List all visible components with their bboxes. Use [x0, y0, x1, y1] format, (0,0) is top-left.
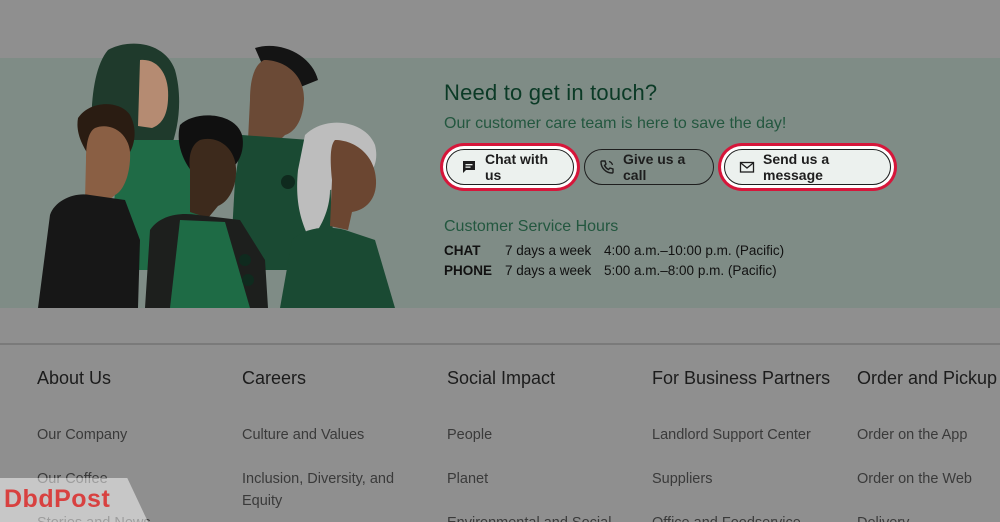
chat-with-us-label: Chat with us: [485, 151, 548, 183]
footer-heading: Order and Pickup: [857, 368, 998, 388]
footer-column-order-pickup: Order and Pickup Order on the App Order …: [857, 368, 1000, 522]
footer-column-business-partners: For Business Partners Landlord Support C…: [652, 368, 852, 522]
hours-channel: PHONE: [444, 263, 493, 278]
customer-care-illustration: [38, 43, 395, 308]
footer-link[interactable]: Planet: [447, 468, 632, 490]
phone-icon: [599, 159, 615, 175]
footer-link[interactable]: People: [447, 424, 632, 446]
mail-icon: [739, 159, 755, 175]
footer-link[interactable]: Order on the Web: [857, 468, 1000, 490]
hours-days: 7 days a week: [505, 263, 592, 278]
chat-with-us-button[interactable]: Chat with us: [446, 149, 574, 185]
hours-time: 5:00 a.m.–8:00 p.m. (Pacific): [604, 263, 777, 278]
footer-link[interactable]: Environmental and Social: [447, 512, 632, 522]
footer-link[interactable]: Delivery: [857, 512, 1000, 522]
footer-heading: Social Impact: [447, 368, 556, 388]
footer-link[interactable]: Our Company: [37, 424, 222, 446]
footer-link[interactable]: Culture and Values: [242, 424, 427, 446]
chat-icon: [461, 159, 477, 175]
hours-time: 4:00 a.m.–10:00 p.m. (Pacific): [604, 243, 785, 258]
footer-column-careers: Careers Culture and Values Inclusion, Di…: [242, 368, 442, 509]
footer-heading: Careers: [242, 368, 307, 388]
footer-link[interactable]: Suppliers: [652, 468, 837, 490]
footer-link[interactable]: Order on the App: [857, 424, 1000, 446]
send-us-a-message-label: Send us a message: [763, 151, 830, 183]
footer-link[interactable]: Office and Foodservice: [652, 512, 837, 522]
footer-column-about: About Us Our Company Our Coffee Stories …: [37, 368, 237, 522]
footer-heading: About Us: [37, 368, 112, 388]
footer-link[interactable]: Inclusion, Diversity, and Equity: [242, 468, 427, 512]
hours-channel: CHAT: [444, 243, 481, 258]
hours-days: 7 days a week: [505, 243, 592, 258]
give-us-a-call-button[interactable]: Give us a call: [584, 149, 714, 185]
give-us-a-call-label: Give us a call: [623, 151, 686, 183]
contact-subheading: Our customer care team is here to save t…: [444, 115, 787, 132]
footer-link[interactable]: Landlord Support Center: [652, 424, 837, 446]
contact-heading: Need to get in touch?: [444, 80, 658, 105]
service-hours-heading: Customer Service Hours: [444, 218, 619, 235]
watermark-logo: DbdPost: [4, 485, 111, 513]
send-us-a-message-button[interactable]: Send us a message: [724, 149, 891, 185]
footer-divider: [0, 343, 1000, 345]
footer-column-social-impact: Social Impact People Planet Environmenta…: [447, 368, 647, 522]
footer-heading: For Business Partners: [652, 368, 831, 388]
